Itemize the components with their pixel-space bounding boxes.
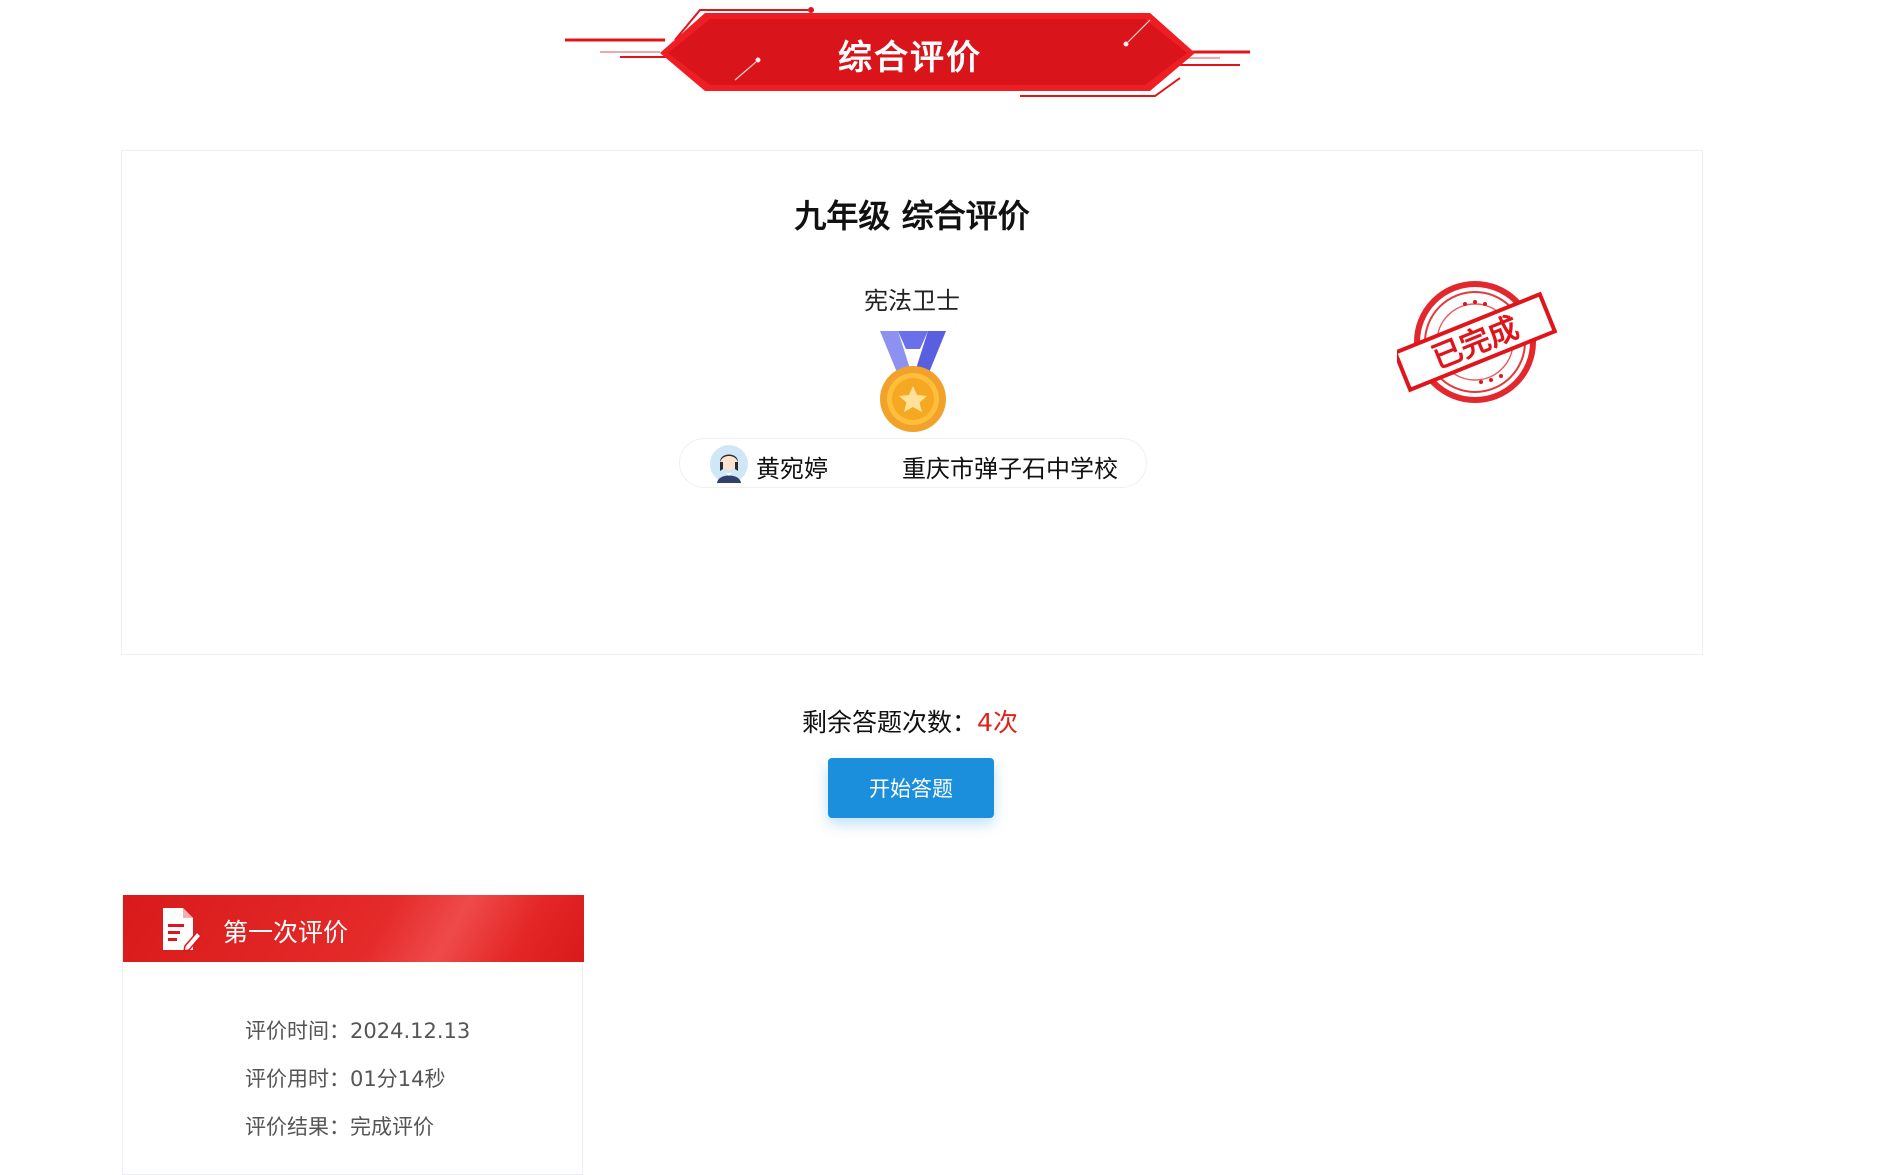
evaluation-record-card: 第一次评价 评价时间：2024.12.13 评价用时：01分14秒 评价结果：完… <box>122 895 584 1175</box>
evaluation-card: 九年级 综合评价 宪法卫士 黄宛婷 重庆市弹子石中学校 已完成 <box>121 150 1703 655</box>
record-details: 评价时间：2024.12.13 评价用时：01分14秒 评价结果：完成评价 <box>245 1015 470 1159</box>
record-result: 评价结果：完成评价 <box>245 1115 434 1139</box>
record-duration: 评价用时：01分14秒 <box>245 1067 446 1091</box>
student-info: 黄宛婷 重庆市弹子石中学校 <box>679 438 1147 488</box>
record-title: 第一次评价 <box>223 918 349 947</box>
remaining-count: 4次 <box>977 708 1018 737</box>
banner-title: 综合评价 <box>838 38 982 78</box>
document-edit-icon <box>163 908 201 952</box>
remaining-attempts: 剩余答题次数：4次 <box>0 703 1820 739</box>
student-avatar-icon <box>710 445 748 483</box>
student-name: 黄宛婷 <box>756 455 828 483</box>
record-header: 第一次评价 <box>123 895 584 962</box>
card-title: 九年级 综合评价 <box>794 197 1030 235</box>
school-name: 重庆市弹子石中学校 <box>902 455 1118 483</box>
completed-stamp: 已完成 <box>1397 281 1558 403</box>
record-time: 评价时间：2024.12.13 <box>245 1019 471 1043</box>
start-answering-button[interactable]: 开始答题 <box>828 758 994 818</box>
page-banner: 综合评价 <box>560 0 1260 100</box>
gold-medal-icon <box>880 331 946 432</box>
remaining-label: 剩余答题次数： <box>802 708 978 737</box>
